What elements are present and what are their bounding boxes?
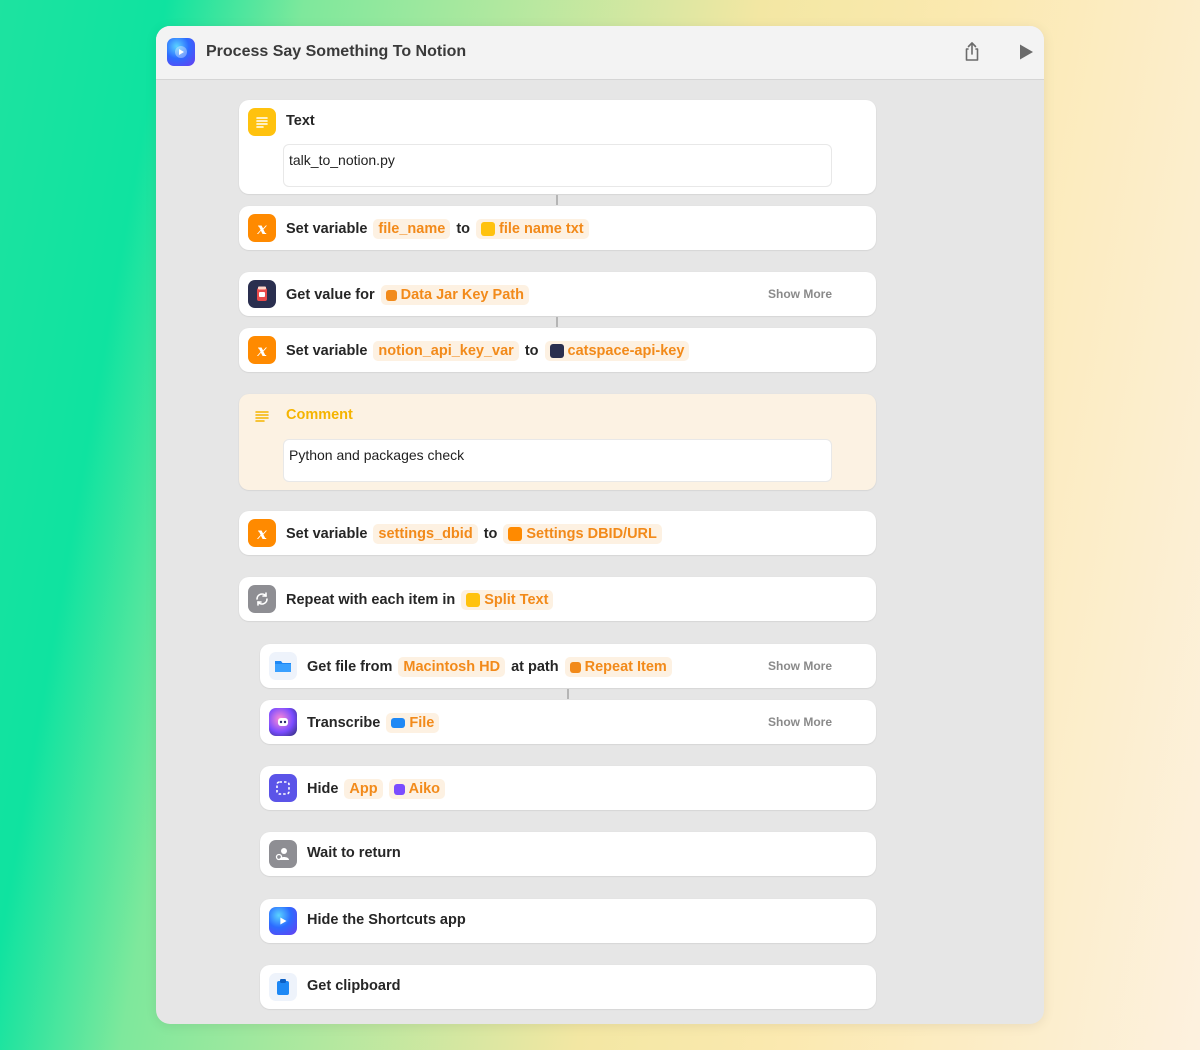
repeat-each-action[interactable]: Repeat with each item in Split Text	[239, 577, 876, 621]
text-mini-icon	[466, 593, 481, 607]
get-clipboard-action[interactable]: Get clipboard	[260, 965, 876, 1009]
volume-token[interactable]: Macintosh HD	[398, 657, 506, 677]
title-bar: Process Say Something To Notion	[156, 26, 1044, 80]
text-action[interactable]: Text talk_to_notion.py	[239, 100, 876, 194]
action-verb: Set variable	[286, 221, 368, 237]
aiko-app-icon	[269, 708, 297, 736]
actions-canvas: Text talk_to_notion.py x Set variable fi…	[156, 80, 1044, 1024]
action-verb: Set variable	[286, 526, 368, 542]
set-variable-action[interactable]: x Set variable notion_api_key_var to cat…	[239, 328, 876, 372]
get-file-action[interactable]: Get file from Macintosh HD at path Repea…	[260, 644, 876, 688]
comment-input[interactable]: Python and packages check	[283, 439, 832, 482]
aiko-mini-icon	[393, 783, 405, 795]
value-token[interactable]: catspace-api-key	[544, 341, 690, 361]
value-token-label: file name txt	[499, 221, 584, 237]
set-variable-action[interactable]: x Set variable settings_dbid to Settings…	[239, 511, 876, 555]
comment-title: Comment	[286, 407, 353, 423]
action-verb: Get clipboard	[307, 978, 401, 994]
action-verb: Wait to return	[307, 845, 401, 861]
repeat-icon	[248, 585, 276, 613]
share-icon[interactable]	[960, 40, 984, 64]
action-verb: Transcribe	[307, 715, 381, 731]
action-verb: Set variable	[286, 343, 368, 359]
action-verb: Hide	[307, 781, 339, 797]
text-input[interactable]: talk_to_notion.py	[283, 144, 832, 187]
split-text-label: Split Text	[484, 592, 549, 608]
person-icon	[269, 840, 297, 868]
text-lines-icon	[248, 108, 276, 136]
variable-x-icon: x	[248, 519, 276, 547]
hide-shortcuts-action[interactable]: Hide the Shortcuts app	[260, 899, 876, 943]
variable-mini-icon	[569, 661, 581, 673]
action-verb: Get file from	[307, 659, 393, 675]
variable-mini-icon	[385, 289, 397, 301]
value-token[interactable]: Settings DBID/URL	[503, 524, 662, 544]
split-text-token[interactable]: Split Text	[461, 590, 554, 610]
path-token[interactable]: Repeat Item	[564, 657, 672, 677]
variable-mini-icon	[508, 527, 523, 541]
file-token[interactable]: File	[386, 713, 440, 733]
file-token-label: File	[409, 715, 435, 731]
set-variable-action[interactable]: x Set variable file_name to file name tx…	[239, 206, 876, 250]
value-token-label: catspace-api-key	[567, 343, 685, 359]
clipboard-icon	[269, 973, 297, 1001]
connector	[556, 317, 558, 327]
variable-x-icon: x	[248, 214, 276, 242]
path-token-label: Repeat Item	[584, 659, 667, 675]
show-more-button[interactable]: Show More	[768, 659, 832, 673]
connector	[567, 689, 569, 699]
wait-to-return-action[interactable]: Wait to return	[260, 832, 876, 876]
action-verb: Hide the Shortcuts app	[307, 912, 466, 928]
variable-name-token[interactable]: notion_api_key_var	[373, 341, 519, 361]
value-token[interactable]: file name txt	[476, 219, 589, 239]
shortcut-editor-window: Process Say Something To Notion Text tal…	[156, 26, 1044, 1024]
transcribe-action[interactable]: Transcribe File Show More	[260, 700, 876, 744]
action-verb: Get value for	[286, 287, 375, 303]
folder-icon	[269, 652, 297, 680]
text-mini-icon	[481, 222, 496, 236]
shortcuts-app-icon	[269, 907, 297, 935]
variable-name-token[interactable]: settings_dbid	[373, 524, 478, 544]
shortcuts-app-icon	[167, 38, 195, 66]
aiko-token[interactable]: Aiko	[388, 779, 446, 799]
window-title: Process Say Something To Notion	[206, 43, 467, 60]
show-more-button[interactable]: Show More	[768, 715, 832, 729]
at-path-label: at path	[511, 659, 559, 675]
key-path-token[interactable]: Data Jar Key Path	[380, 285, 529, 305]
text-value: talk_to_notion.py	[289, 152, 395, 168]
to-label: to	[483, 526, 498, 542]
variable-x-icon: x	[248, 336, 276, 364]
comment-action[interactable]: Comment Python and packages check	[239, 394, 876, 490]
to-label: to	[456, 221, 471, 237]
variable-name-token[interactable]: file_name	[373, 219, 451, 239]
folder-mini-icon	[391, 718, 406, 728]
value-token-label: Settings DBID/URL	[526, 526, 657, 542]
connector	[556, 195, 558, 205]
action-verb: Repeat with each item in	[286, 592, 456, 608]
aiko-token-label: Aiko	[408, 781, 441, 797]
comment-value: Python and packages check	[289, 447, 465, 463]
data-jar-icon	[248, 280, 276, 308]
data-jar-mini-icon	[549, 344, 564, 358]
app-token[interactable]: App	[344, 779, 383, 799]
key-path-label: Data Jar Key Path	[400, 287, 524, 303]
play-icon[interactable]	[1014, 40, 1038, 64]
action-title: Text	[286, 113, 315, 129]
show-more-button[interactable]: Show More	[768, 287, 832, 301]
get-value-action[interactable]: Get value for Data Jar Key Path Show Mor…	[239, 272, 876, 316]
hide-app-action[interactable]: Hide App Aiko	[260, 766, 876, 810]
hide-dashed-square-icon	[269, 774, 297, 802]
comment-lines-icon	[248, 402, 276, 430]
to-label: to	[524, 343, 539, 359]
